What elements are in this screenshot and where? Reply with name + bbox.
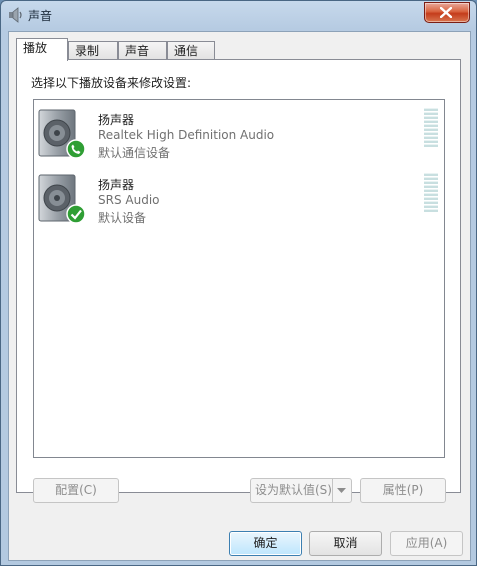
speaker-icon: [9, 7, 22, 23]
tab-playback[interactable]: 播放: [16, 38, 68, 61]
ok-button[interactable]: 确定: [229, 531, 302, 556]
dialog-client-area: 播放 录制 声音 通信 选择以下播放设备来修改设置: 扬声器 Realtek H…: [8, 31, 471, 561]
window-title: 声音: [28, 9, 53, 23]
tab-sounds[interactable]: 声音: [118, 41, 167, 60]
device-list[interactable]: 扬声器 Realtek High Definition Audio 默认通信设备: [33, 99, 445, 458]
speaker-icon: [38, 174, 86, 224]
sound-dialog: 声音 播放 录制 声音 通信 选择以下播放设备来修改设置: 扬声器 Realte…: [0, 0, 477, 566]
checkmark-badge-icon: [66, 204, 86, 224]
tab-label: 通信: [174, 44, 199, 58]
tab-label: 录制: [75, 44, 100, 58]
tab-communications[interactable]: 通信: [167, 41, 215, 60]
volume-meter: [424, 173, 438, 213]
device-row[interactable]: 扬声器 SRS Audio 默认设备: [34, 167, 444, 231]
cancel-button[interactable]: 取消: [309, 531, 382, 556]
tab-label: 播放: [23, 41, 48, 55]
device-status: 默认设备: [98, 211, 147, 225]
speaker-icon: [38, 109, 86, 159]
device-row[interactable]: 扬声器 Realtek High Definition Audio 默认通信设备: [34, 102, 444, 166]
phone-badge-icon: [66, 139, 86, 159]
properties-button[interactable]: 属性(P): [360, 478, 446, 503]
instruction-text: 选择以下播放设备来修改设置:: [31, 76, 192, 90]
device-name: 扬声器: [98, 113, 135, 127]
tab-label: 声音: [125, 44, 150, 58]
chevron-down-icon: [337, 488, 346, 493]
playback-panel: 选择以下播放设备来修改设置: 扬声器 Realtek High Definiti…: [16, 59, 461, 503]
apply-button[interactable]: 应用(A): [390, 531, 463, 556]
close-icon: [440, 7, 452, 18]
configure-button[interactable]: 配置(C): [33, 478, 119, 503]
title-bar[interactable]: 声音: [1, 1, 476, 29]
device-name: 扬声器: [98, 178, 135, 192]
tab-recording[interactable]: 录制: [68, 41, 118, 60]
set-default-label: 设为默认值(S): [255, 483, 332, 497]
close-button[interactable]: [424, 2, 470, 23]
set-default-button[interactable]: 设为默认值(S): [250, 478, 352, 503]
device-status: 默认通信设备: [98, 146, 171, 160]
device-description: SRS Audio: [98, 193, 160, 207]
device-description: Realtek High Definition Audio: [98, 128, 275, 142]
set-default-dropdown[interactable]: [332, 479, 351, 502]
volume-meter: [424, 108, 438, 148]
